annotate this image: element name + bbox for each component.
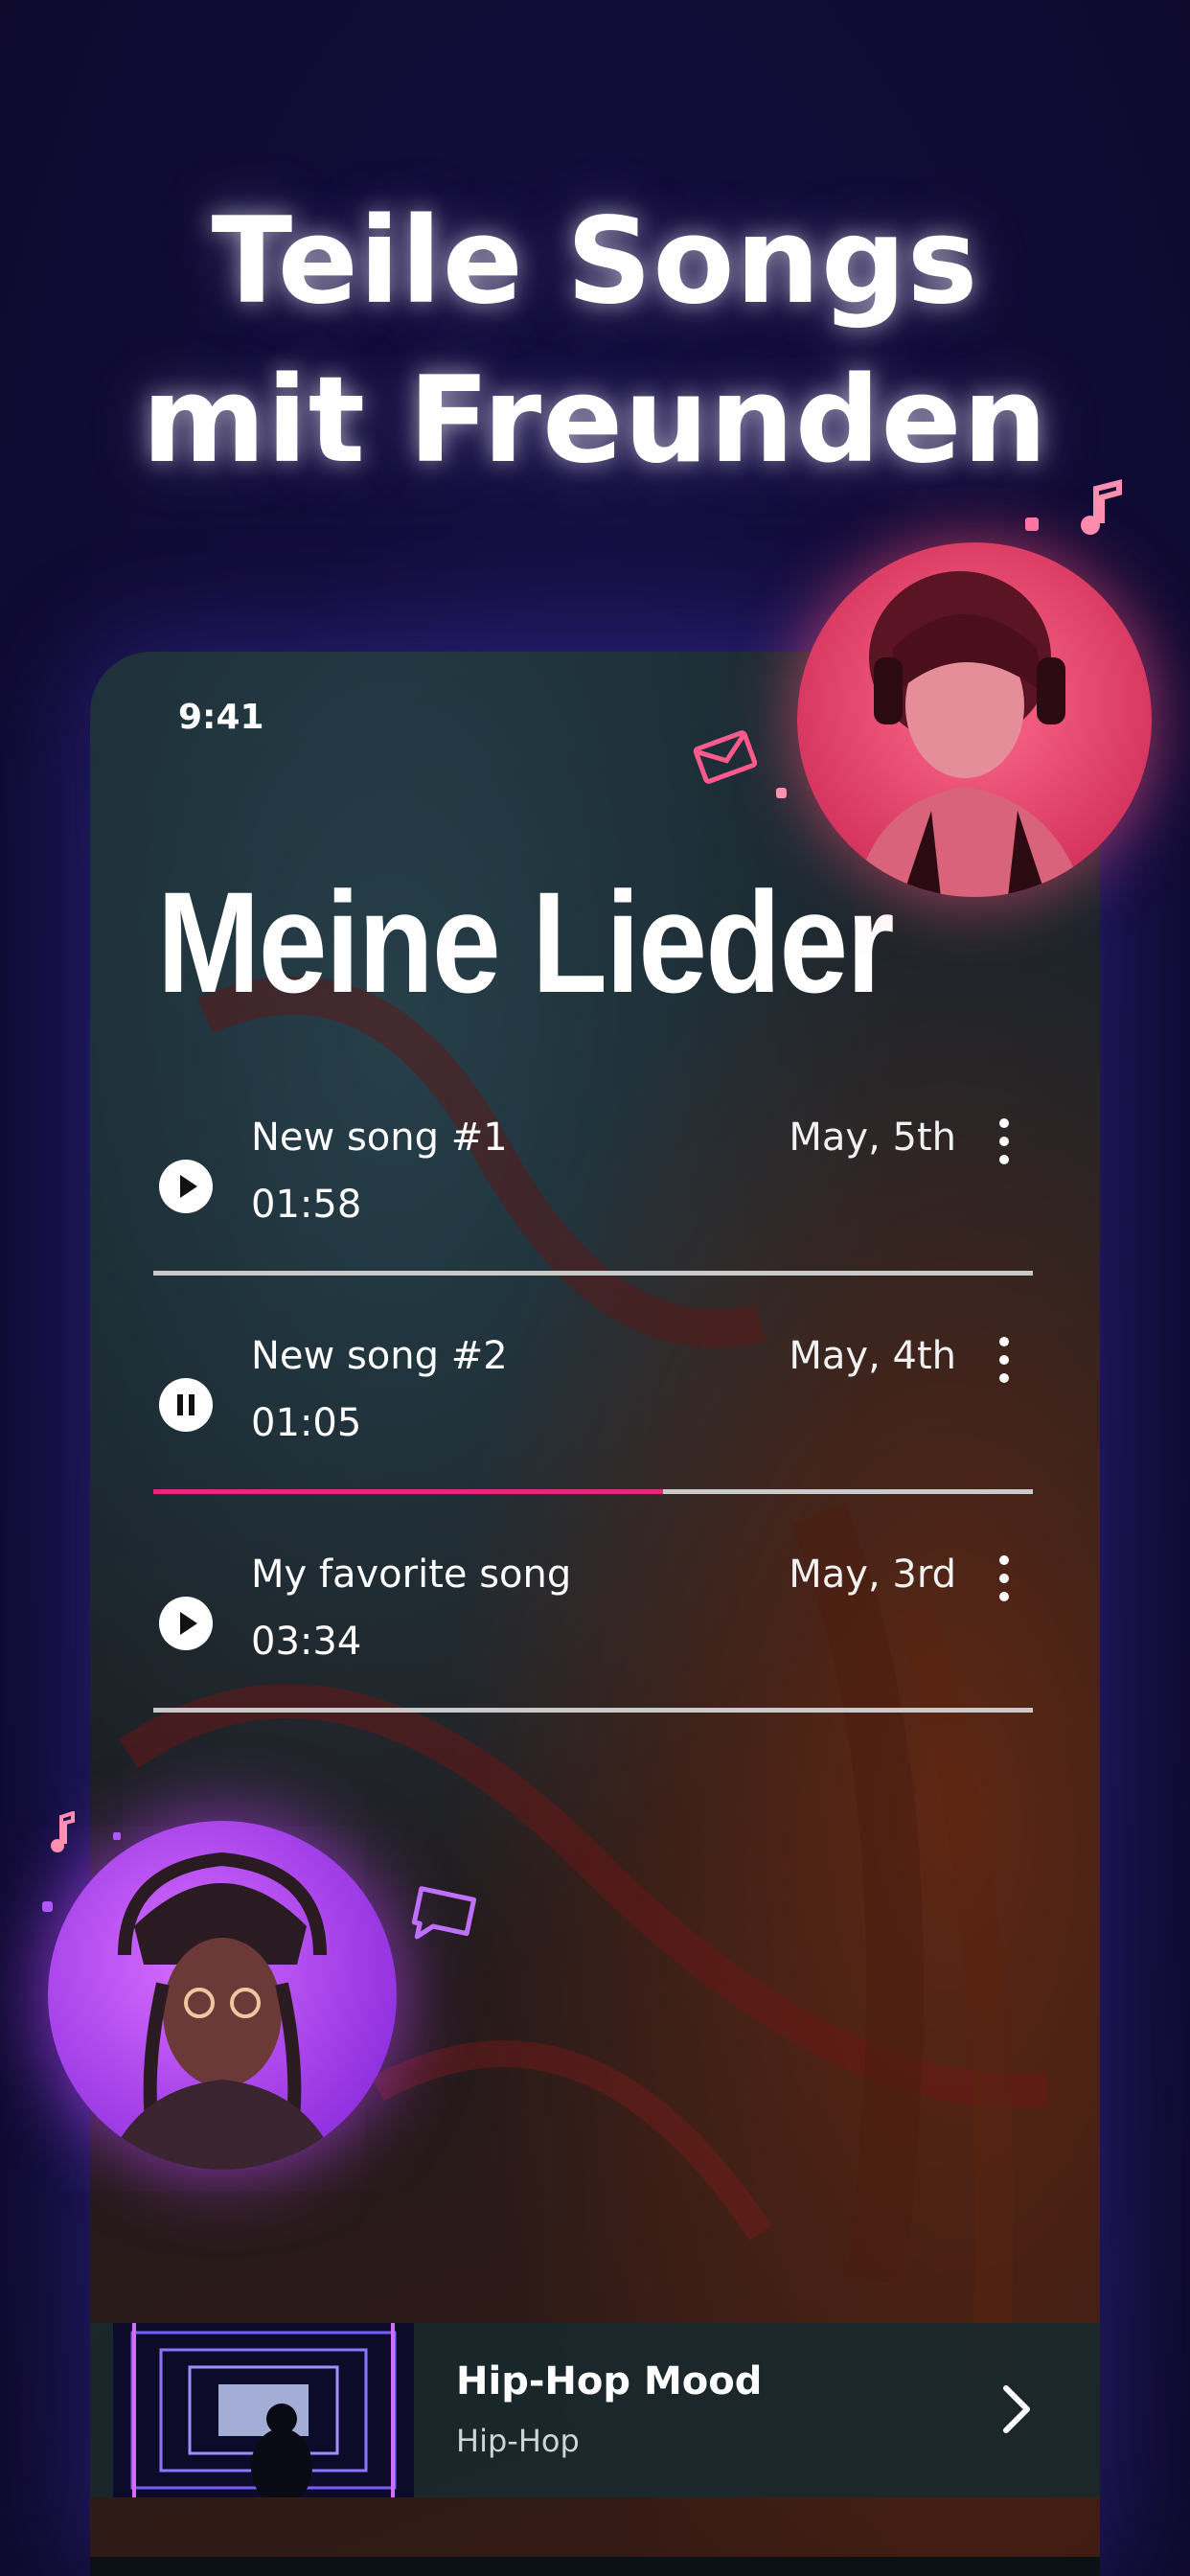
avatar: [48, 1821, 397, 2170]
phone-screen: 9:41 Meine Lieder New song #1 01:58 May,…: [90, 652, 1100, 2576]
song-date: May, 4th: [789, 1334, 956, 1378]
play-icon: [180, 1175, 197, 1198]
decorative-dot: [113, 1832, 121, 1840]
decorative-dot: [42, 1901, 53, 1912]
song-progress-bar[interactable]: [153, 1708, 1033, 1713]
pause-icon: [177, 1394, 195, 1415]
now-playing-genre: Hip-Hop: [456, 2423, 580, 2459]
avatar: [797, 542, 1152, 897]
song-progress-bar[interactable]: [153, 1271, 1033, 1276]
play-button[interactable]: [159, 1160, 213, 1213]
chat-bubble-icon: [411, 1886, 477, 1940]
list-item[interactable]: New song #2 01:05 May, 4th: [153, 1321, 1033, 1539]
more-vertical-icon[interactable]: [995, 1336, 1014, 1384]
headline-line-2: mit Freunden: [142, 352, 1048, 490]
now-playing-bar[interactable]: Hip-Hop Mood Hip-Hop: [90, 2323, 1100, 2497]
song-date: May, 3rd: [789, 1552, 956, 1597]
more-vertical-icon[interactable]: [995, 1554, 1014, 1602]
song-duration: 01:58: [251, 1183, 362, 1227]
status-bar-time: 9:41: [178, 698, 264, 737]
more-vertical-icon[interactable]: [995, 1117, 1014, 1165]
list-item[interactable]: My favorite song 03:34 May, 3rd: [153, 1539, 1033, 1758]
music-note-icon: [51, 1811, 75, 1852]
song-title: New song #1: [251, 1116, 508, 1160]
song-duration: 03:34: [251, 1620, 362, 1664]
list-item[interactable]: New song #1 01:58 May, 5th: [153, 1102, 1033, 1321]
bottom-bar: [90, 2557, 1100, 2576]
pause-button[interactable]: [159, 1378, 213, 1432]
song-progress-bar[interactable]: [153, 1489, 1033, 1494]
now-playing-cover: [113, 2323, 414, 2497]
headline-line-1: Teile Songs: [211, 193, 979, 331]
song-list: New song #1 01:58 May, 5th New song #2 0…: [153, 1102, 1033, 1758]
page-title: Meine Lieder: [157, 862, 895, 1023]
promo-headline: Teile Songs mit Freunden: [0, 182, 1190, 500]
song-date: May, 5th: [789, 1116, 956, 1160]
play-icon: [180, 1612, 197, 1635]
decorative-dot: [776, 788, 787, 798]
song-title: New song #2: [251, 1334, 508, 1378]
song-title: My favorite song: [251, 1552, 572, 1597]
song-duration: 01:05: [251, 1401, 362, 1445]
music-note-icon: [1081, 479, 1122, 535]
decorative-dot: [1025, 518, 1039, 531]
now-playing-title: Hip-Hop Mood: [456, 2359, 763, 2404]
song-progress-fill: [153, 1489, 664, 1494]
envelope-icon: [693, 730, 758, 784]
chevron-right-icon[interactable]: [998, 2382, 1033, 2436]
play-button[interactable]: [159, 1597, 213, 1650]
